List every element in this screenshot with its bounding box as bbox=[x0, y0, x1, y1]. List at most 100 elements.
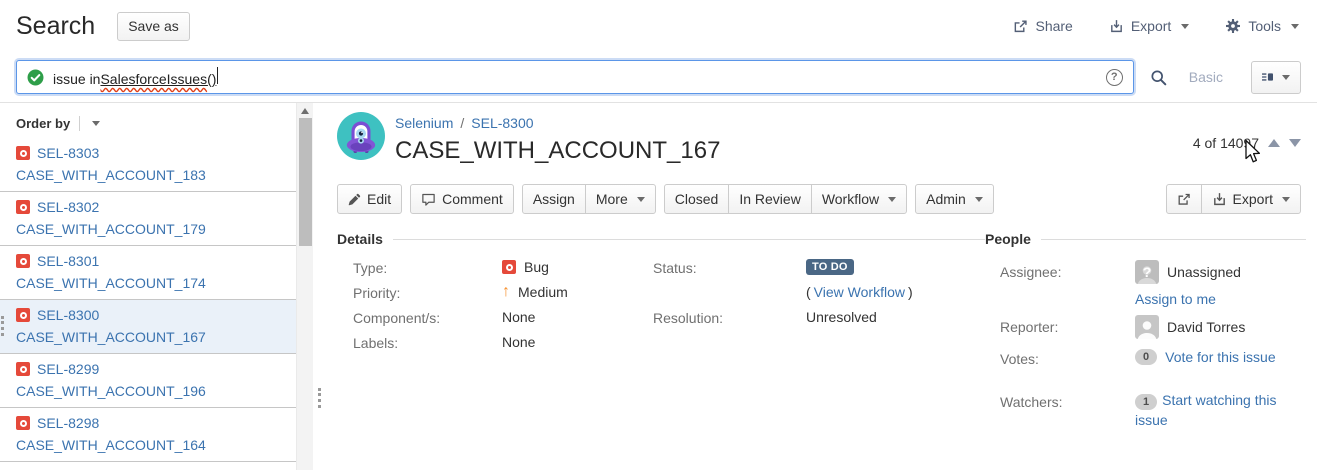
issue-summary-link[interactable]: CASE_WITH_ACCOUNT_196 bbox=[16, 383, 282, 399]
view-workflow-link[interactable]: View Workflow bbox=[814, 284, 905, 300]
issue-list-item[interactable]: SEL-8298 CASE_WITH_ACCOUNT_164 bbox=[0, 408, 296, 462]
workflow-menu-button[interactable]: Workflow bbox=[811, 184, 907, 214]
status-badge: TO DO bbox=[806, 259, 854, 275]
content: Order by SEL-8303 CASE_WITH_ACCOUNT_183 bbox=[0, 103, 1317, 470]
tools-menu-button[interactable]: Tools bbox=[1225, 18, 1299, 34]
views-dropdown-button[interactable] bbox=[1251, 61, 1301, 94]
assign-button-group: Assign More bbox=[522, 184, 656, 214]
breadcrumb: Selenium/SEL-8300 bbox=[395, 115, 720, 131]
issue-list-item[interactable]: SEL-8300 CASE_WITH_ACCOUNT_167 bbox=[0, 300, 296, 354]
bug-icon bbox=[16, 308, 30, 322]
issue-summary-link[interactable]: CASE_WITH_ACCOUNT_167 bbox=[16, 329, 282, 345]
issue-summary-link[interactable]: CASE_WITH_ACCOUNT_164 bbox=[16, 437, 282, 453]
assign-button[interactable]: Assign bbox=[522, 184, 586, 214]
closed-transition-button[interactable]: Closed bbox=[664, 184, 730, 214]
export-issue-button[interactable]: Export bbox=[1201, 184, 1301, 214]
bug-icon bbox=[16, 416, 30, 430]
bug-icon bbox=[16, 254, 30, 268]
syntax-help-icon[interactable]: ? bbox=[1106, 69, 1123, 86]
description-drag-handle[interactable] bbox=[318, 388, 321, 408]
order-by-control[interactable]: Order by bbox=[0, 103, 296, 138]
issue-list-item[interactable]: SEL-8303 CASE_WITH_ACCOUNT_183 bbox=[0, 138, 296, 192]
votes-field: Votes: 0 Vote for this issue bbox=[1000, 347, 1306, 367]
chevron-down-icon bbox=[1181, 24, 1189, 29]
issue-detail-panel: Selenium/SEL-8300 CASE_WITH_ACCOUNT_167 … bbox=[313, 103, 1317, 470]
chevron-down-icon bbox=[1291, 24, 1299, 29]
search-icon bbox=[1150, 69, 1167, 86]
components-field: Component/s: None bbox=[353, 309, 653, 328]
chevron-down-icon bbox=[1282, 75, 1290, 80]
save-as-button[interactable]: Save as bbox=[117, 12, 190, 41]
watchers-count-badge: 1 bbox=[1135, 394, 1157, 410]
bug-icon bbox=[16, 362, 30, 376]
edit-button[interactable]: Edit bbox=[337, 184, 402, 214]
search-row: issue in SalesforceIssues() ? Basic bbox=[0, 52, 1317, 103]
issue-toolbar: Edit Comment Assign More Closed In Revie… bbox=[337, 184, 1301, 214]
issue-key-link[interactable]: SEL-8301 bbox=[37, 253, 99, 269]
text-cursor bbox=[217, 67, 218, 84]
issue-title: CASE_WITH_ACCOUNT_167 bbox=[395, 137, 720, 165]
issue-summary-link[interactable]: CASE_WITH_ACCOUNT_174 bbox=[16, 275, 282, 291]
reporter-field: Reporter: David Torres bbox=[1000, 315, 1306, 339]
issue-list: SEL-8303 CASE_WITH_ACCOUNT_183 SEL-8302 … bbox=[0, 138, 296, 462]
share-button[interactable]: Share bbox=[1013, 18, 1072, 34]
divider bbox=[1041, 239, 1306, 240]
more-menu-button[interactable]: More bbox=[585, 184, 656, 214]
search-submit-button[interactable] bbox=[1150, 69, 1167, 86]
comment-button[interactable]: Comment bbox=[410, 184, 514, 214]
next-issue-arrow[interactable] bbox=[1289, 139, 1301, 147]
priority-medium-arrow-icon: ↑ bbox=[502, 285, 510, 299]
top-actions: Share Export Tools bbox=[1013, 18, 1299, 34]
issue-list-item[interactable]: SEL-8302 CASE_WITH_ACCOUNT_179 bbox=[0, 192, 296, 246]
bug-icon bbox=[16, 200, 30, 214]
sidebar-scrollbar[interactable] bbox=[296, 103, 313, 470]
results-pager: 4 of 14097 bbox=[1193, 121, 1301, 165]
issue-header: Selenium/SEL-8300 CASE_WITH_ACCOUNT_167 … bbox=[337, 112, 1301, 165]
chevron-down-icon bbox=[888, 197, 896, 202]
share-issue-button[interactable] bbox=[1166, 184, 1202, 214]
previous-issue-arrow[interactable] bbox=[1268, 139, 1280, 147]
vote-link[interactable]: Vote for this issue bbox=[1165, 349, 1276, 365]
jira-search-page: Search Save as Share Export Tools issue … bbox=[0, 0, 1317, 470]
assignee-field: Assignee: ? Unassigned Assign to me bbox=[1000, 260, 1306, 307]
watch-link[interactable]: Start watching this issue bbox=[1135, 392, 1277, 428]
bug-icon bbox=[16, 146, 30, 160]
issue-list-item[interactable]: SEL-8299 CASE_WITH_ACCOUNT_196 bbox=[0, 354, 296, 408]
sidebar-drag-handle[interactable] bbox=[1, 316, 4, 336]
breadcrumb-issue-link[interactable]: SEL-8300 bbox=[471, 115, 533, 131]
in-review-transition-button[interactable]: In Review bbox=[728, 184, 811, 214]
type-field: Type: Bug bbox=[353, 259, 653, 278]
divider bbox=[393, 239, 985, 240]
admin-menu-button[interactable]: Admin bbox=[915, 184, 994, 214]
issue-key-link[interactable]: SEL-8298 bbox=[37, 415, 99, 431]
breadcrumb-project-link[interactable]: Selenium bbox=[395, 115, 453, 131]
jql-search-input[interactable]: issue in SalesforceIssues() ? bbox=[16, 60, 1134, 94]
issue-key-link[interactable]: SEL-8303 bbox=[37, 145, 99, 161]
votes-count-badge: 0 bbox=[1135, 349, 1157, 365]
export-menu-button[interactable]: Export bbox=[1109, 18, 1189, 34]
scroll-up-arrow[interactable] bbox=[301, 108, 309, 114]
page-title: Search bbox=[16, 12, 95, 41]
user-avatar-unknown-icon: ? bbox=[1135, 260, 1159, 284]
pencil-icon bbox=[348, 193, 361, 206]
chevron-down-icon bbox=[637, 197, 645, 202]
bug-type-icon bbox=[502, 260, 516, 274]
gear-icon bbox=[1225, 18, 1241, 34]
issue-list-item[interactable]: SEL-8301 CASE_WITH_ACCOUNT_174 bbox=[0, 246, 296, 300]
issue-summary-link[interactable]: CASE_WITH_ACCOUNT_179 bbox=[16, 221, 282, 237]
basic-mode-toggle[interactable]: Basic bbox=[1189, 69, 1223, 85]
details-module: Details Type: Bug Priority: ↑Medium bbox=[337, 231, 985, 438]
issue-key-link[interactable]: SEL-8299 bbox=[37, 361, 99, 377]
issue-summary-link[interactable]: CASE_WITH_ACCOUNT_183 bbox=[16, 167, 282, 183]
details-heading: Details bbox=[337, 231, 383, 247]
results-sidebar: Order by SEL-8303 CASE_WITH_ACCOUNT_183 bbox=[0, 103, 313, 470]
comment-bubble-icon bbox=[421, 192, 436, 207]
chevron-down-icon bbox=[1282, 197, 1290, 202]
scrollbar-thumb[interactable] bbox=[299, 118, 312, 246]
issue-key-link[interactable]: SEL-8300 bbox=[37, 307, 99, 323]
pager-position: 4 of 14097 bbox=[1193, 135, 1259, 151]
share-icon bbox=[1177, 192, 1191, 207]
issue-key-link[interactable]: SEL-8302 bbox=[37, 199, 99, 215]
assign-to-me-link[interactable]: Assign to me bbox=[1135, 291, 1216, 307]
divider bbox=[79, 116, 80, 131]
